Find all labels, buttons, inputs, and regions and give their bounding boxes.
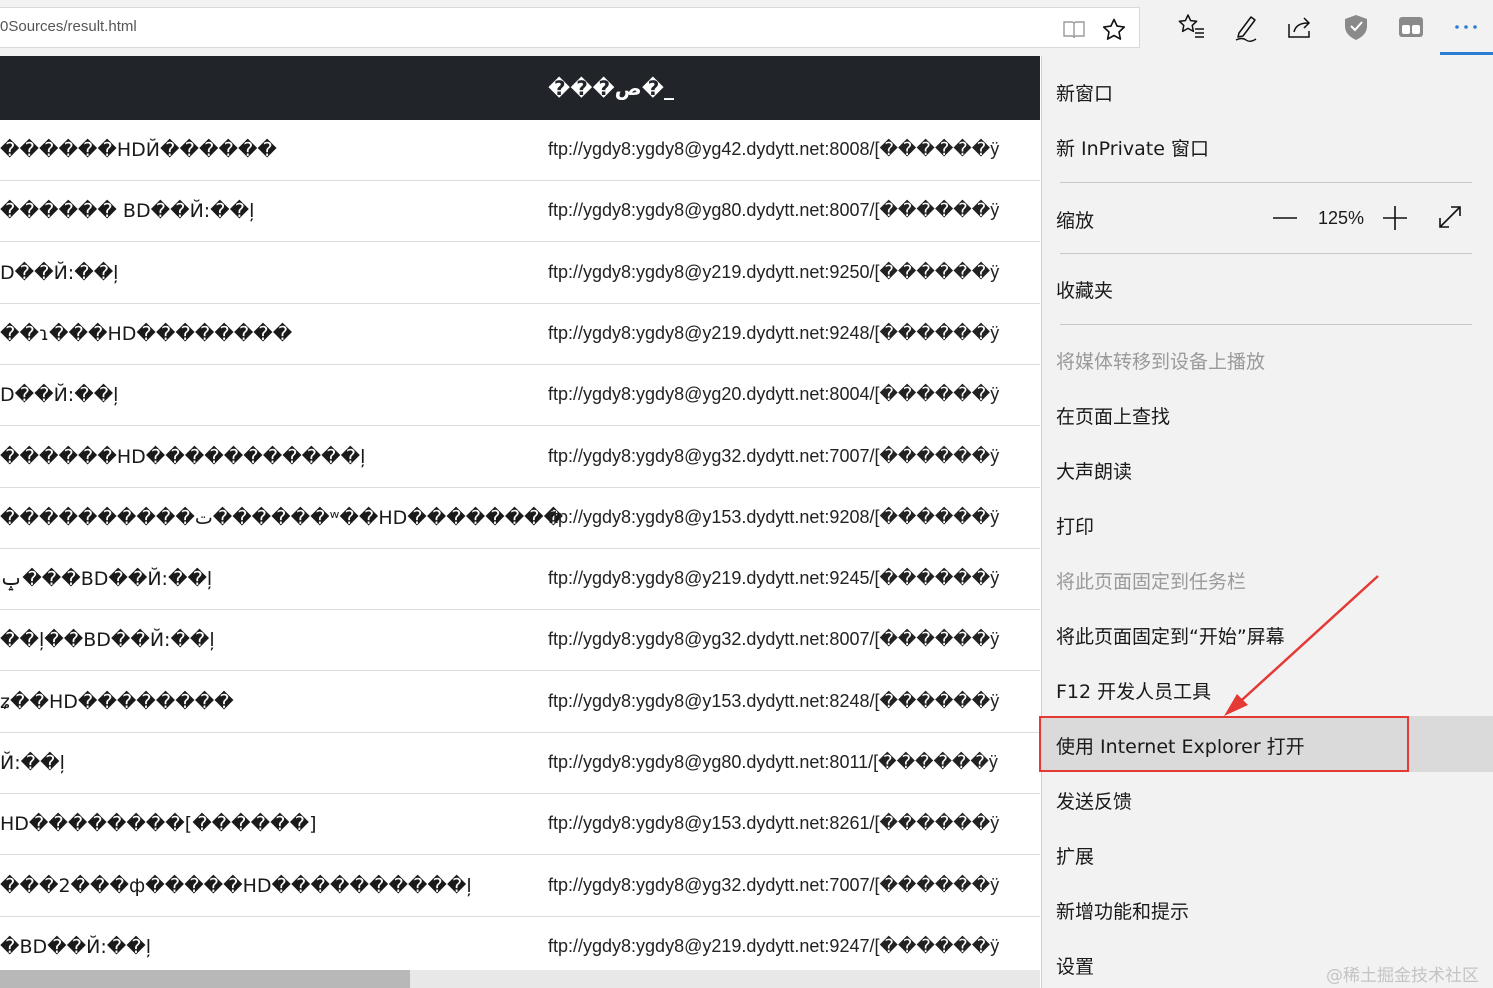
download-link-cell[interactable]: ftp://ygdy8:ygdy8@yg80.dydytt.net:8007/[…: [548, 200, 999, 221]
reading-view-icon[interactable]: [1061, 17, 1087, 43]
movie-name-cell: ʑ��HD��������: [0, 690, 234, 713]
menu-divider: [1060, 324, 1472, 325]
movie-name-cell: ݒ���BD��Й꞉��ļ: [0, 568, 213, 591]
download-link-cell[interactable]: ftp://ygdy8:ygdy8@yg80.dydytt.net:8011/[…: [548, 752, 998, 773]
star-icon[interactable]: [1101, 17, 1127, 43]
menu-item-extensions[interactable]: 扩展: [1056, 842, 1094, 869]
watermark: @稀土掘金技术社区: [1326, 966, 1479, 986]
more-button-active-indicator: [1440, 52, 1493, 55]
table-row: ���2���ф�����HD����������ļ ftp://ygdy8:yg…: [0, 856, 1040, 917]
table-row: D��Й꞉��ļ ftp://ygdy8:ygdy8@yg20.dydytt.ne…: [0, 365, 1040, 427]
annotation-arrow: [1224, 575, 1379, 716]
table-row: ݒ���BD��Й꞉��ļ ftp://ygdy8:ygdy8@y219.dydy…: [0, 549, 1040, 611]
table-row: D��Й꞉��ļ ftp://ygdy8:ygdy8@y219.dydytt.ne…: [0, 243, 1040, 304]
horizontal-scrollbar-thumb[interactable]: [0, 970, 410, 988]
menu-item-whats-new[interactable]: 新增功能和提示: [1056, 897, 1189, 924]
table-row: �BD��Й꞉��ļ ftp://ygdy8:ygdy8@y219.dydytt.…: [0, 917, 1040, 978]
share-icon[interactable]: [1285, 12, 1315, 42]
menu-divider: [1060, 182, 1472, 183]
movie-name-cell: �BD��Й꞉��ļ: [0, 935, 151, 958]
table-header-cell: ���ص�_: [548, 76, 674, 100]
menu-item-print[interactable]: 打印: [1056, 512, 1094, 539]
table-row: ����������ت������ʷ��HD�������� ftp://ygdy…: [0, 488, 1040, 549]
tab-sets-icon[interactable]: [1396, 12, 1426, 42]
menu-item-new-window[interactable]: 新窗口: [1056, 79, 1113, 106]
download-link-cell[interactable]: ftp://ygdy8:ygdy8@y219.dydytt.net:9247/[…: [548, 936, 999, 957]
pen-icon[interactable]: [1231, 12, 1261, 42]
favorites-hub-icon[interactable]: [1176, 12, 1206, 42]
menu-item-cast-media: 将媒体转移到设备上播放: [1056, 351, 1266, 373]
download-link-cell[interactable]: ftp://ygdy8:ygdy8@yg32.dydytt.net:8007/[…: [548, 629, 999, 650]
movie-name-cell: D��Й꞉��ļ: [0, 261, 119, 284]
fullscreen-icon[interactable]: [1437, 204, 1463, 230]
menu-item-read-aloud[interactable]: 大声朗读: [1056, 457, 1132, 484]
zoom-in-icon[interactable]: [1382, 205, 1408, 231]
zoom-out-icon[interactable]: [1272, 205, 1298, 231]
menu-zoom-label: 缩放: [1056, 210, 1095, 232]
movie-name-cell: ���2���ф�����HD����������ļ: [0, 874, 472, 897]
table-row: ������HD�����������ļ ftp://ygdy8:ygdy8@yg…: [0, 427, 1040, 488]
download-link-cell[interactable]: ftp://ygdy8:ygdy8@yg32.dydytt.net:7007/[…: [548, 875, 999, 896]
horizontal-scrollbar[interactable]: [0, 970, 1040, 988]
download-link-cell[interactable]: ftp://ygdy8:ygdy8@y219.dydytt.net:9250/[…: [548, 262, 999, 283]
download-link-cell[interactable]: ftp://ygdy8:ygdy8@yg32.dydytt.net:7007/[…: [548, 446, 999, 467]
menu-item-dev-tools[interactable]: F12 开发人员工具: [1056, 677, 1211, 704]
settings-more-menu: 新窗口 新 InPrivate 窗口 缩放 125% 收藏夹 将媒体转移到设备上…: [1041, 56, 1493, 988]
table-row: ������HDЙ������ ftp://ygdy8:ygdy8@yg42.dy…: [0, 120, 1040, 181]
table-row: ��ļ��BD��Й꞉��ļ ftp://ygdy8:ygdy8@yg32.dyd…: [0, 610, 1040, 672]
download-link-cell[interactable]: ftp://ygdy8:ygdy8@y153.dydytt.net:8248/[…: [548, 691, 999, 712]
movie-name-cell: ������HD�����������ļ: [0, 445, 366, 468]
download-link-cell[interactable]: ftp://ygdy8:ygdy8@yg42.dydytt.net:8008/[…: [548, 139, 999, 160]
download-link-cell[interactable]: ftp://ygdy8:ygdy8@y219.dydytt.net:9248/[…: [548, 323, 999, 344]
download-link-cell[interactable]: ftp://ygdy8:ygdy8@y219.dydytt.net:9245/[…: [548, 568, 999, 589]
browser-toolbar: 0Sources/result.html: [0, 0, 1493, 56]
download-link-cell[interactable]: ftp://ygdy8:ygdy8@yg20.dydytt.net:8004/[…: [548, 384, 999, 405]
table-row: Й꞉��ļ ftp://ygdy8:ygdy8@yg80.dydytt.net:8…: [0, 733, 1040, 794]
shield-extension-icon[interactable]: [1341, 12, 1371, 42]
address-bar[interactable]: 0Sources/result.html: [0, 7, 1140, 48]
movie-name-cell: ��ɿ���HD��������: [0, 322, 293, 345]
movie-name-cell: ����������ت������ʷ��HD��������: [0, 506, 564, 529]
menu-item-settings[interactable]: 设置: [1056, 952, 1094, 979]
download-link-cell[interactable]: ftp://ygdy8:ygdy8@y153.dydytt.net:8261/[…: [548, 813, 999, 834]
movie-name-cell: Й꞉��ļ: [0, 752, 65, 774]
table-row: ������ BD��Й꞉��ļ ftp://ygdy8:ygdy8@yg80.d…: [0, 181, 1040, 243]
table-row: ��ɿ���HD�������� ftp://ygdy8:ygdy8@y219.d…: [0, 304, 1040, 365]
table-header: ���ص�_: [0, 56, 1040, 120]
movie-name-cell: ������HDЙ������: [0, 139, 277, 161]
more-icon[interactable]: [1451, 12, 1481, 42]
address-bar-url[interactable]: 0Sources/result.html: [0, 18, 137, 35]
menu-item-favorites[interactable]: 收藏夹: [1056, 276, 1113, 303]
movie-name-cell: ��ļ��BD��Й꞉��ļ: [0, 629, 215, 652]
menu-divider: [1060, 253, 1472, 254]
zoom-level: 125%: [1318, 208, 1365, 228]
movie-name-cell: HD��������[������]: [0, 813, 317, 836]
table-row: HD��������[������] ftp://ygdy8:ygdy8@y153…: [0, 794, 1040, 856]
menu-item-new-inprivate[interactable]: 新 InPrivate 窗口: [1056, 134, 1209, 161]
table-row: ʑ��HD�������� ftp://ygdy8:ygdy8@y153.dydy…: [0, 672, 1040, 733]
movie-name-cell: ������ BD��Й꞉��ļ: [0, 200, 255, 223]
movie-name-cell: D��Й꞉��ļ: [0, 384, 119, 407]
menu-item-find-on-page[interactable]: 在页面上查找: [1056, 402, 1170, 429]
download-link-cell[interactable]: ftp://ygdy8:ygdy8@y153.dydytt.net:9208/[…: [548, 507, 999, 528]
menu-item-send-feedback[interactable]: 发送反馈: [1056, 787, 1132, 814]
results-table: ���ص�_ ������HDЙ������ ftp://ygdy8:ygdy8@…: [0, 56, 1040, 988]
